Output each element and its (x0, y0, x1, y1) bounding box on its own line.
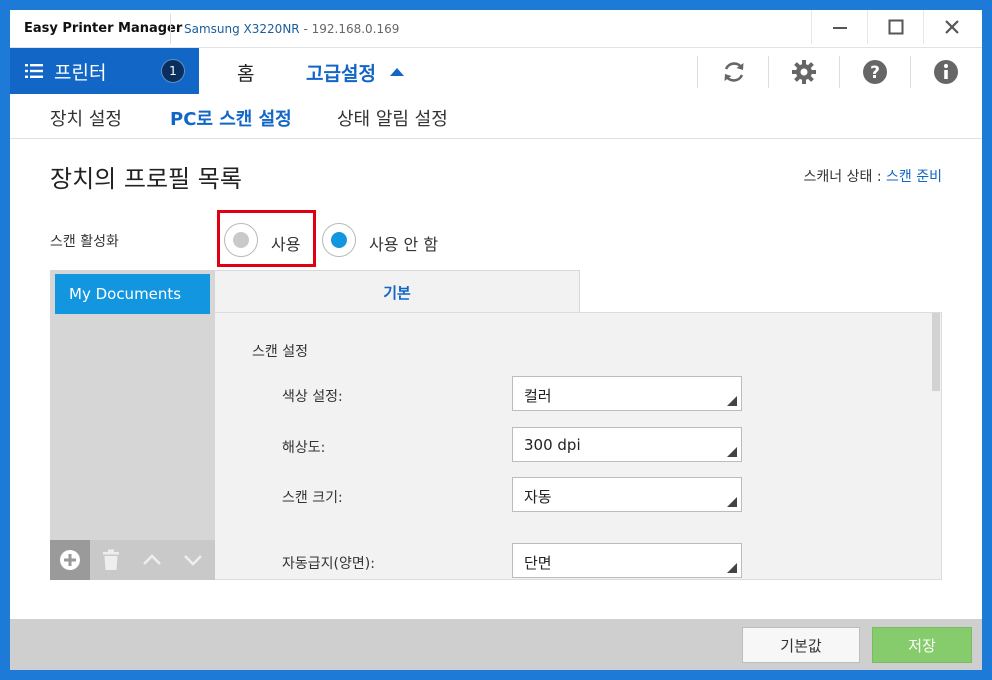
device-ip: - 192.168.0.169 (299, 22, 400, 36)
color-setting-select[interactable]: 컬러 (512, 376, 742, 411)
app-window: Easy Printer Manager Samsung X3220NR - 1… (10, 10, 982, 670)
adf-duplex-select[interactable]: 단면 (512, 543, 742, 578)
adf-duplex-value: 단면 (524, 554, 552, 572)
tab-scan-to-pc[interactable]: PC로 스캔 설정 (170, 105, 292, 131)
minimize-button[interactable] (812, 10, 868, 44)
refresh-button[interactable] (717, 56, 751, 88)
title-divider (170, 14, 171, 44)
toolbar-divider (910, 56, 911, 88)
default-button[interactable]: 기본값 (742, 627, 860, 663)
maximize-icon (888, 19, 904, 35)
minimize-icon (833, 27, 847, 29)
device-title: Samsung X3220NR - 192.168.0.169 (184, 22, 399, 36)
nav-home[interactable]: 홈 (237, 59, 254, 86)
tab-basic[interactable]: 기본 (215, 270, 580, 314)
resolution-value: 300 dpi (524, 436, 581, 454)
tab-device-settings[interactable]: 장치 설정 (50, 105, 122, 131)
color-setting-value: 컬러 (524, 387, 552, 405)
dropdown-corner-icon (727, 563, 737, 573)
gear-icon (792, 60, 816, 84)
chevron-down-icon (184, 555, 202, 566)
caret-up-icon[interactable] (390, 68, 404, 76)
help-icon: ? (863, 60, 887, 84)
printer-tab[interactable]: 프린터 1 (10, 48, 199, 94)
scan-enable-off-radio[interactable] (322, 223, 356, 257)
close-icon (945, 20, 959, 34)
info-button[interactable] (929, 56, 963, 88)
add-profile-button[interactable] (50, 540, 90, 580)
scanner-status-label: 스캐너 상태 : (803, 169, 887, 185)
scan-size-label: 스캔 크기: (282, 490, 343, 506)
dropdown-corner-icon (727, 497, 737, 507)
list-icon (25, 64, 43, 78)
delete-profile-button[interactable] (91, 540, 131, 580)
toolbar-divider (768, 56, 769, 88)
title-bar: Easy Printer Manager Samsung X3220NR - 1… (10, 10, 982, 48)
resolution-select[interactable]: 300 dpi (512, 427, 742, 462)
printer-tab-label: 프린터 (54, 61, 107, 84)
dropdown-corner-icon (727, 447, 737, 457)
dropdown-corner-icon (727, 396, 737, 406)
profile-list: My Documents (50, 270, 215, 580)
adf-duplex-label: 자동급지(양면): (282, 556, 375, 572)
scanner-status: 스캐너 상태 : 스캔 준비 (804, 166, 942, 186)
scan-enable-label: 스캔 활성화 (50, 234, 119, 250)
printer-count-badge: 1 (161, 59, 185, 83)
scrollbar[interactable] (932, 313, 940, 391)
scan-settings-panel: 스캔 설정 색상 설정: 컬러 해상도: 300 dpi 스캔 크기: 자동 자… (215, 312, 942, 580)
maximize-button[interactable] (868, 10, 924, 44)
move-down-button[interactable] (173, 540, 213, 580)
chevron-up-icon (143, 554, 161, 565)
close-button[interactable] (924, 10, 980, 44)
info-icon (934, 60, 958, 84)
resolution-label: 해상도: (282, 440, 326, 456)
device-model: Samsung X3220NR (184, 22, 300, 36)
app-title: Easy Printer Manager (24, 21, 183, 36)
settings-button[interactable] (787, 56, 821, 88)
scanner-status-value: 스캔 준비 (886, 169, 942, 185)
trash-icon (103, 549, 119, 570)
highlight-box (217, 210, 316, 267)
main-nav: 프린터 1 홈 고급설정 ? (10, 48, 982, 94)
svg-text:?: ? (870, 63, 880, 83)
settings-subtabs: 장치 설정 PC로 스캔 설정 상태 알림 설정 (10, 94, 982, 139)
page-title: 장치의 프로필 목록 (50, 165, 242, 193)
scan-size-select[interactable]: 자동 (512, 477, 742, 512)
tab-status-alert[interactable]: 상태 알림 설정 (337, 105, 448, 131)
profile-item[interactable]: My Documents (55, 274, 210, 314)
nav-advanced-settings[interactable]: 고급설정 (306, 59, 376, 86)
toolbar-divider (697, 56, 698, 88)
scan-enable-off-label[interactable]: 사용 안 함 (369, 231, 438, 255)
profile-toolbar (50, 540, 215, 580)
refresh-icon (724, 62, 744, 82)
color-setting-label: 색상 설정: (282, 389, 343, 405)
save-button[interactable]: 저장 (872, 627, 972, 663)
radio-dot-selected (331, 232, 347, 248)
toolbar-divider (839, 56, 840, 88)
help-button[interactable]: ? (858, 56, 892, 88)
scan-size-value: 자동 (524, 488, 552, 506)
move-up-button[interactable] (132, 540, 172, 580)
footer-bar: 기본값 저장 (10, 619, 982, 670)
section-title: 스캔 설정 (252, 344, 308, 360)
plus-circle-icon (60, 550, 80, 570)
